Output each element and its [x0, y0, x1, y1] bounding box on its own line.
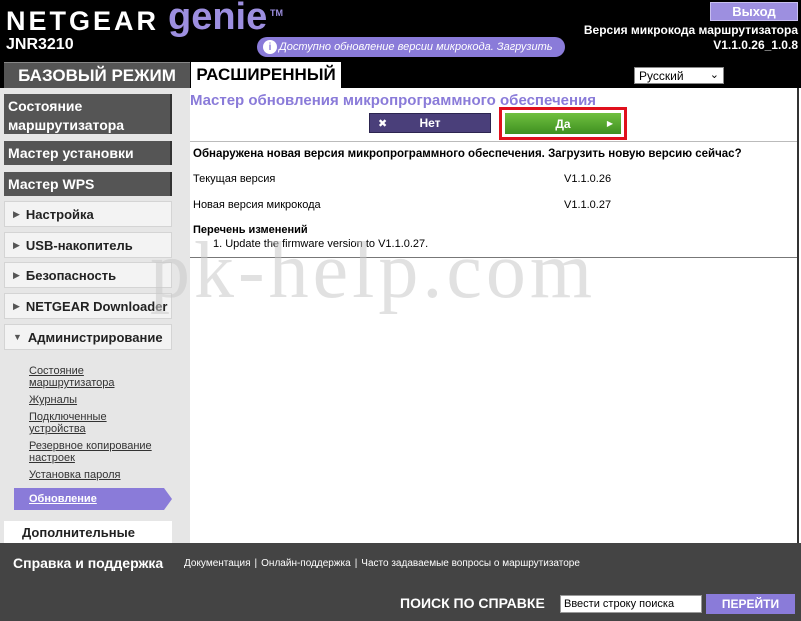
sidebar-item-label: USB-накопитель	[25, 237, 133, 253]
sidebar-item-label: Администрирование	[27, 329, 163, 345]
no-button-label: Нет	[419, 116, 441, 130]
chevron-right-icon: ▶	[13, 300, 20, 311]
sidebar-item-security[interactable]: ▶ Безопасность	[4, 262, 172, 288]
firmware-version-value: V1.1.0.26_1.0.8	[713, 38, 798, 52]
router-admin-page: NETGEAR genie TM JNR3210 i Доступно обно…	[0, 0, 801, 621]
footer-link-faq[interactable]: Часто задаваемые вопросы о маршрутизатор…	[361, 558, 580, 569]
new-version-value: V1.1.0.27	[564, 199, 612, 211]
sidebar-item-router-status[interactable]: Состояние маршрутизатора	[4, 94, 172, 134]
chevron-right-icon: ▶	[13, 269, 20, 280]
sidebar-item-label: NETGEAR Downloader	[25, 298, 168, 314]
chevron-down-icon: ⌄	[709, 69, 719, 81]
footer: Справка и поддержка Документация | Онлай…	[0, 543, 801, 621]
language-selected: Русский	[639, 68, 684, 83]
yes-button-label: Да	[555, 116, 571, 131]
yes-button[interactable]: Да ▶	[505, 113, 621, 134]
help-search-label: ПОИСК ПО СПРАВКЕ	[400, 595, 545, 611]
help-search-input[interactable]: Ввести строку поиска	[560, 595, 702, 613]
divider	[190, 141, 797, 142]
sidebar-item-label: Безопасность	[25, 267, 117, 283]
sidebar-item-setup-wizard[interactable]: Мастер установки	[4, 141, 172, 165]
info-icon: i	[263, 40, 277, 54]
sidebar: Состояние маршрутизатора Мастер установк…	[0, 88, 190, 543]
tab-advanced[interactable]: РАСШИРЕННЫЙ	[191, 62, 341, 88]
model-name: JNR3210	[6, 36, 74, 53]
update-notice-text: Доступно обновление версии микрокода. За…	[279, 41, 553, 53]
changelog-title: Перечень изменений	[193, 224, 308, 236]
sidebar-item-wps-wizard[interactable]: Мастер WPS	[4, 172, 172, 196]
help-support-title: Справка и поддержка	[13, 555, 164, 571]
separator: |	[354, 558, 358, 569]
changelog-item: 1. Update the firmware version to V1.1.0…	[213, 238, 429, 250]
sidebar-item-label: Настройка	[25, 206, 94, 222]
firmware-version-label: Версия микрокода маршрутизатора	[583, 23, 798, 37]
language-select[interactable]: Русский ⌄	[634, 67, 724, 84]
firmware-update-notice[interactable]: i Доступно обновление версии микрокода. …	[257, 37, 565, 57]
new-version-label: Новая версия микрокода	[193, 199, 321, 211]
footer-link-documentation[interactable]: Документация	[184, 558, 251, 569]
admin-link-router-status[interactable]: Состояние маршрутизатора	[29, 365, 159, 389]
footer-links: Документация | Онлайн-поддержка | Часто …	[184, 558, 580, 569]
watermark-line	[190, 257, 797, 258]
arrow-right-icon: ▶	[606, 119, 613, 128]
netgear-logo: NETGEAR	[6, 6, 160, 36]
admin-link-logs[interactable]: Журналы	[29, 394, 77, 406]
sidebar-item-administration[interactable]: ▼ Администрирование	[4, 324, 172, 350]
trademark: TM	[270, 8, 283, 18]
chevron-down-icon: ▼	[13, 332, 22, 342]
sidebar-item-usb-storage[interactable]: ▶ USB-накопитель	[4, 232, 172, 258]
genie-logo: genie	[168, 0, 268, 38]
current-version-label: Текущая версия	[193, 173, 276, 185]
footer-link-online-support[interactable]: Онлайн-поддержка	[261, 558, 351, 569]
admin-link-firmware-update[interactable]: Обновление	[14, 488, 172, 510]
logout-button[interactable]: Выход	[710, 2, 798, 21]
sidebar-item-downloader[interactable]: ▶ NETGEAR Downloader	[4, 293, 172, 319]
tab-basic[interactable]: БАЗОВЫЙ РЕЖИМ	[4, 62, 190, 88]
update-question: Обнаружена новая версия микропрограммног…	[193, 148, 742, 160]
sidebar-item-setup[interactable]: ▶ Настройка	[4, 201, 172, 227]
header: NETGEAR genie TM JNR3210 i Доступно обно…	[0, 0, 801, 88]
help-search-button[interactable]: ПЕРЕЙТИ	[706, 594, 795, 614]
separator: |	[254, 558, 258, 569]
chevron-right-icon: ▶	[13, 208, 20, 219]
close-icon: ✖	[378, 117, 388, 130]
admin-link-attached-devices[interactable]: Подключенные устройства	[29, 411, 139, 435]
no-button[interactable]: ✖ Нет	[369, 113, 491, 133]
admin-link-backup[interactable]: Резервное копирование настроек	[29, 440, 179, 464]
content-border	[797, 88, 799, 543]
chevron-right-icon: ▶	[13, 239, 20, 250]
admin-link-set-password[interactable]: Установка пароля	[29, 469, 121, 481]
sidebar-item-advanced-extra[interactable]: Дополнительные	[4, 521, 172, 543]
current-version-value: V1.1.0.26	[564, 173, 612, 185]
